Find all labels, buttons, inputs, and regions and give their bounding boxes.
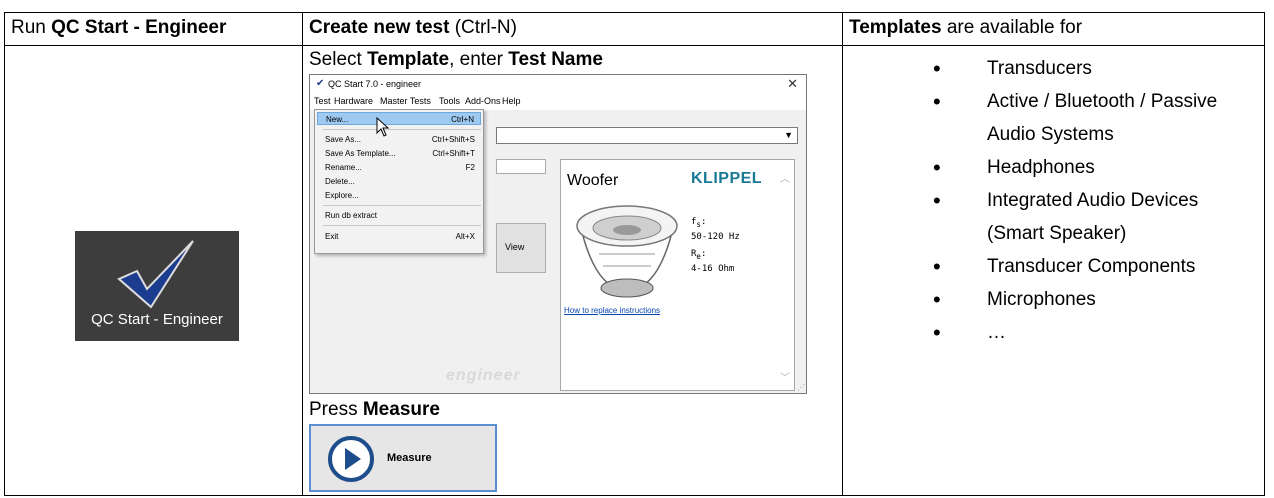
- template-name: Woofer: [567, 172, 619, 189]
- close-icon[interactable]: ✕: [787, 76, 798, 92]
- header-run-prefix: Run: [11, 17, 52, 38]
- list-item: Microphones: [843, 283, 1264, 316]
- qc-start-desktop-icon[interactable]: QC Start - Engineer: [75, 231, 239, 341]
- resize-grip-icon[interactable]: ⋰: [797, 383, 805, 392]
- list-item: Transducers: [843, 52, 1264, 85]
- header-templates-suffix: are available for: [941, 17, 1083, 38]
- fs-sub: s: [696, 219, 701, 229]
- header-templates-bold: Templates: [849, 17, 942, 38]
- menu-item-save-as[interactable]: Save As... Ctrl+Shift+S: [317, 133, 481, 146]
- checkmark-icon: [117, 240, 194, 309]
- header-create-shortcut: (Ctrl-N): [449, 17, 517, 38]
- menu-item-label: Save As...: [325, 135, 362, 144]
- menu-separator: [323, 225, 481, 226]
- menu-bar: Test Hardware Master Tests Tools Add-Ons…: [310, 94, 806, 110]
- menu-item-shortcut: Ctrl+Shift+T: [432, 149, 475, 158]
- step1-test-name: Test Name: [508, 49, 603, 70]
- step1-prefix: Select: [309, 49, 368, 70]
- test-name-field[interactable]: [496, 159, 546, 174]
- re-spec: Re: 4-16 Ohm: [691, 249, 735, 274]
- list-item: Headphones: [843, 151, 1264, 184]
- re-sub: e: [696, 251, 701, 261]
- step1-template: Template: [367, 49, 450, 70]
- cell-desktop-icon: QC Start - Engineer: [4, 45, 303, 496]
- list-item: …: [843, 316, 1264, 349]
- instructions-table: Run QC Start - Engineer Create new test …: [4, 12, 1265, 496]
- window-title: QC Start 7.0 - engineer: [328, 79, 422, 89]
- fs-value: 50-120 Hz: [691, 231, 740, 242]
- menu-item-shortcut: Alt+X: [455, 232, 475, 241]
- step-press-measure: Press Measure: [309, 396, 836, 424]
- menu-item-label: Rename...: [325, 163, 362, 172]
- menu-item-shortcut: Ctrl+N: [451, 115, 474, 124]
- app-check-icon: ✔: [316, 78, 325, 89]
- step2-prefix: Press: [309, 399, 363, 420]
- test-dropdown-menu: New... Ctrl+N Save As... Ctrl+Shift+S Save…: [314, 109, 484, 254]
- menu-item-new[interactable]: New... Ctrl+N: [317, 112, 481, 125]
- step2-measure: Measure: [362, 399, 440, 420]
- menu-item-shortcut: Ctrl+Shift+S: [431, 135, 475, 144]
- mouse-cursor-icon: [376, 117, 390, 137]
- menu-item-run-db-extract[interactable]: Run db extract: [317, 209, 481, 222]
- list-item: Active / Bluetooth / Passive Audio Syste…: [843, 85, 1264, 151]
- window-titlebar: ✔ QC Start 7.0 - engineer ✕: [310, 75, 806, 94]
- menu-item-label: Exit: [325, 232, 339, 241]
- menu-item-label: Run db extract: [325, 211, 378, 220]
- desktop-icon-label: QC Start - Engineer: [91, 311, 223, 328]
- scroll-down-icon[interactable]: ﹀: [780, 369, 790, 384]
- menu-item-rename[interactable]: Rename... F2: [317, 161, 481, 174]
- menu-help[interactable]: Help: [502, 96, 521, 106]
- scroll-up-icon[interactable]: ︿: [780, 170, 790, 185]
- menu-separator: [323, 205, 481, 206]
- header-create: Create new test (Ctrl-N): [302, 12, 843, 46]
- menu-add-ons[interactable]: Add-Ons: [465, 96, 501, 106]
- header-run-app: QC Start - Engineer: [51, 17, 227, 38]
- header-run: Run QC Start - Engineer: [4, 12, 303, 46]
- header-templates: Templates are available for: [842, 12, 1265, 46]
- template-preview-panel: Woofer KLIPPEL fs: 50-120 Hz Re: 4-16 Ohm …: [560, 159, 795, 391]
- view-button[interactable]: View: [496, 223, 546, 273]
- menu-hardware[interactable]: Hardware: [334, 96, 373, 106]
- menu-item-exit[interactable]: Exit Alt+X: [317, 230, 481, 243]
- menu-separator: [323, 129, 481, 130]
- re-value: 4-16 Ohm: [691, 263, 735, 274]
- qc-start-window: ✔ QC Start 7.0 - engineer ✕ Test Hardwar…: [309, 74, 807, 394]
- measure-button[interactable]: Measure: [309, 424, 497, 492]
- menu-item-save-as-template[interactable]: Save As Template... Ctrl+Shift+T: [317, 147, 481, 160]
- klippel-logo: KLIPPEL: [691, 170, 763, 187]
- step1-middle: , enter: [449, 49, 509, 70]
- list-item: Integrated Audio Devices (Smart Speaker): [843, 184, 1264, 250]
- fs-spec: fs: 50-120 Hz: [691, 217, 740, 242]
- menu-item-label: Save As Template...: [325, 149, 396, 158]
- menu-tools[interactable]: Tools: [439, 96, 460, 106]
- menu-item-explore[interactable]: Explore...: [317, 189, 481, 202]
- view-button-label: View: [505, 242, 525, 252]
- cell-templates-list: Transducers Active / Bluetooth / Passive…: [842, 45, 1265, 496]
- chevron-down-icon: ▼: [784, 130, 793, 140]
- menu-item-label: New...: [326, 115, 349, 124]
- woofer-image: [576, 205, 678, 298]
- templates-list: Transducers Active / Bluetooth / Passive…: [843, 52, 1264, 349]
- step-select-template: Select Template, enter Test Name: [309, 46, 836, 74]
- menu-master-tests[interactable]: Master Tests: [380, 96, 431, 106]
- header-create-bold: Create new test: [309, 17, 450, 38]
- cell-create-steps: Select Template, enter Test Name ✔ QC St…: [302, 45, 843, 496]
- edition-watermark: engineer: [446, 367, 521, 384]
- play-icon: [328, 436, 374, 482]
- measure-button-label: Measure: [387, 452, 432, 464]
- menu-item-shortcut: F2: [465, 163, 475, 172]
- menu-item-label: Delete...: [325, 177, 355, 186]
- menu-item-label: Explore...: [325, 191, 359, 200]
- list-item: Transducer Components: [843, 250, 1264, 283]
- menu-item-delete[interactable]: Delete...: [317, 175, 481, 188]
- replace-instructions-link[interactable]: How to replace instructions: [564, 306, 660, 315]
- menu-test[interactable]: Test: [314, 96, 331, 106]
- template-combo[interactable]: ▼: [496, 127, 798, 144]
